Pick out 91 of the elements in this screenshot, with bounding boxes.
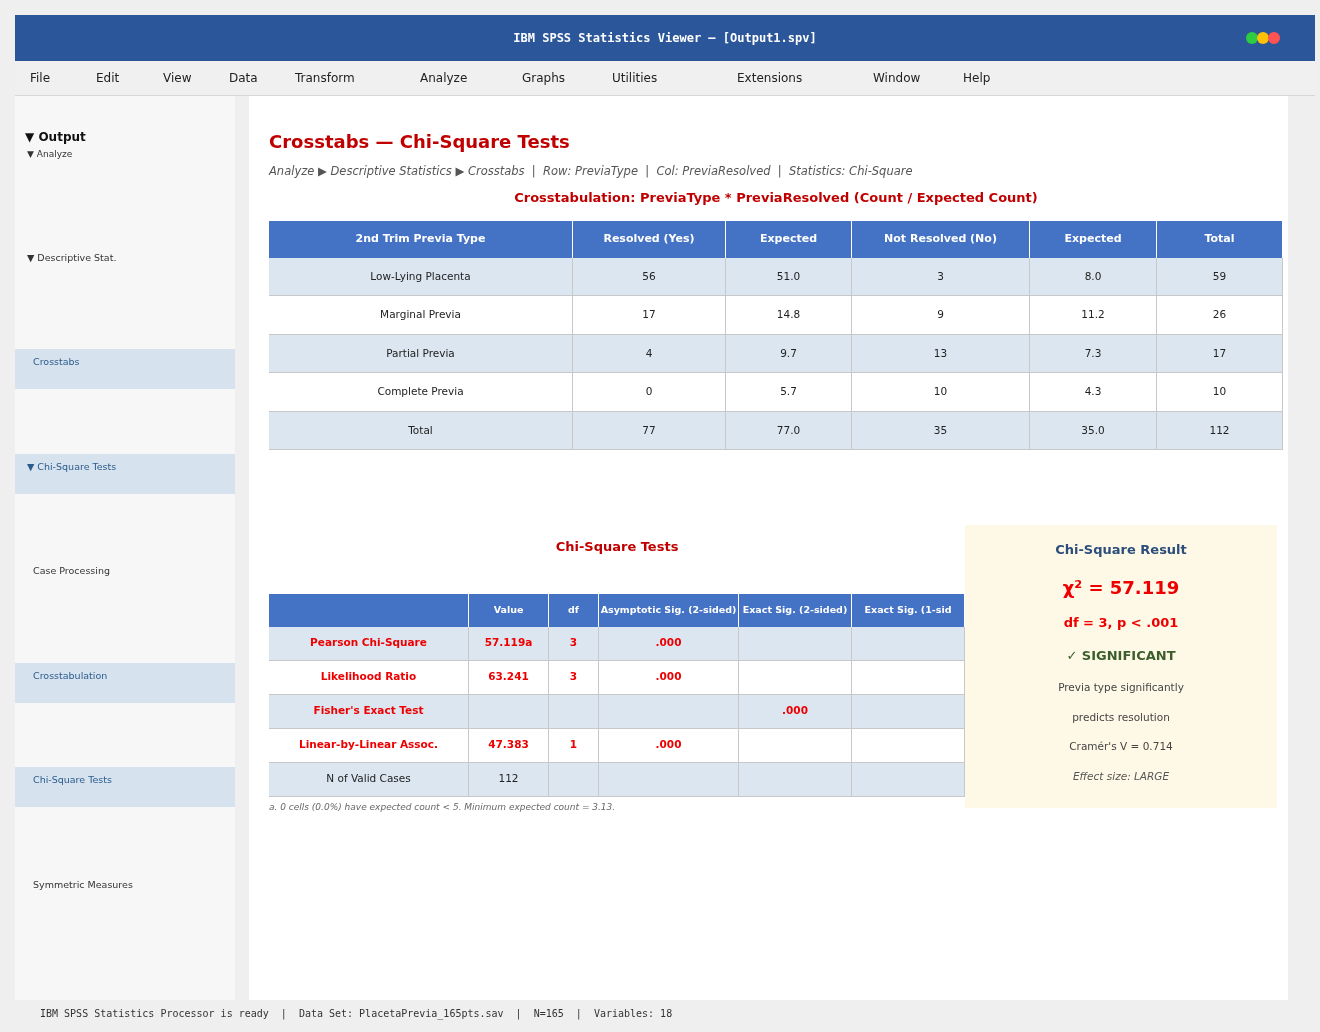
table-cell: Fisher's Exact Test (269, 694, 469, 728)
table-cell: 7.3 (1030, 334, 1157, 373)
table-cell: 63.241 (469, 660, 549, 694)
column-header: Total (1157, 220, 1283, 258)
table-cell: 14.8 (726, 296, 852, 334)
column-header: Expected (1030, 220, 1157, 258)
table-cell: 10 (1157, 373, 1283, 411)
menu-item[interactable]: Edit (96, 69, 163, 87)
column-header: Expected (726, 220, 852, 258)
table-cell: 56 (573, 257, 726, 296)
table-cell: 51.0 (726, 257, 852, 296)
table-cell: 13 (852, 334, 1030, 373)
table-cell: 77 (573, 411, 726, 450)
table-cell: 35 (852, 411, 1030, 450)
column-header: Asymptotic Sig. (2-sided) (599, 593, 739, 627)
table-cell: 17 (1157, 334, 1283, 373)
table-cell: 77.0 (726, 411, 852, 450)
table-cell: Likelihood Ratio (269, 660, 469, 694)
table-cell: 17 (573, 296, 726, 334)
table-cell: 4 (573, 334, 726, 373)
table-cell: Marginal Previa (269, 296, 573, 334)
test-detail: df = 3, p < .001 (1063, 613, 1179, 632)
table-title: Chi-Square Tests (554, 538, 680, 557)
result-text: Previa type significantly (1058, 679, 1184, 695)
outline-item[interactable]: ▼ Chi-Square Tests (15, 453, 235, 494)
menu-item[interactable]: Data (229, 69, 295, 87)
menu-item[interactable]: File (30, 69, 96, 87)
column-header: Resolved (Yes) (573, 220, 726, 258)
table-cell: 9 (852, 296, 1030, 334)
outline-item[interactable]: ▼ Output (15, 128, 235, 146)
outline-item[interactable]: Case Processing (15, 558, 235, 598)
outline-item[interactable]: ▼ Descriptive Stat. (15, 244, 235, 285)
table-cell: 57.119a (469, 626, 549, 660)
verdict: ✓ SIGNIFICANT (1066, 647, 1176, 666)
column-header: Value (469, 593, 549, 627)
table-footnote: a. 0 cells (0.0%) have expected count < 5. Minimum expected count = 3.13. (269, 800, 617, 814)
table-cell: 5.7 (726, 373, 852, 411)
table-cell: 1 (549, 728, 599, 762)
table-cell: 11.2 (1030, 296, 1157, 334)
menu-item[interactable]: Transform (295, 69, 420, 87)
table-cell: 35.0 (1030, 411, 1157, 450)
table-cell: Complete Previa (269, 373, 573, 411)
menu-item[interactable]: Graphs (522, 69, 612, 87)
menu-item[interactable]: Utilities (612, 69, 737, 87)
card-title: Chi-Square Result (1055, 541, 1187, 560)
outline-item[interactable]: Crosstabs (15, 349, 235, 389)
table-cell: Low-Lying Placenta (269, 257, 573, 296)
outline-item[interactable]: Chi-Square Tests (15, 767, 235, 807)
table-cell: 9.7 (726, 334, 852, 373)
table-title: Crosstabulation: PreviaType * PreviaResolved (Count / Expected Count) (513, 189, 1039, 208)
outline-item[interactable]: ▼ Analyze (15, 148, 235, 162)
test-statistic: χ² = 57.119 (1062, 575, 1180, 600)
table-cell: .000 (599, 728, 739, 762)
table-cell: 112 (469, 762, 549, 796)
status-text: IBM SPSS Statistics Processor is ready | Data Set: PlacetaPrevia_165pts.sav | N=165 | Variables: 18 (40, 1006, 673, 1021)
table-cell: 0 (573, 373, 726, 411)
menu-item[interactable]: Help (963, 69, 1013, 87)
outline-item[interactable]: Crosstabulation (15, 662, 235, 703)
column-header: Exact Sig. (2-sided) (739, 593, 852, 627)
table-cell: .000 (739, 694, 852, 728)
table-cell: 47.383 (469, 728, 549, 762)
output-heading: Crosstabs — Chi-Square Tests (269, 130, 571, 154)
table-cell: Linear-by-Linear Assoc. (269, 728, 469, 762)
result-text: Cramér's V = 0.714 (1069, 739, 1173, 755)
outline-item[interactable]: Symmetric Measures (15, 871, 235, 912)
table-cell: N of Valid Cases (269, 762, 469, 796)
menu-item[interactable]: Extensions (737, 69, 873, 87)
table-cell: Total (269, 411, 573, 450)
table-cell: Pearson Chi-Square (269, 626, 469, 660)
table-cell: 59 (1157, 257, 1283, 296)
table-cell: 8.0 (1030, 257, 1157, 296)
column-header: df (549, 593, 599, 627)
table-cell: 4.3 (1030, 373, 1157, 411)
table-cell: .000 (599, 626, 739, 660)
menu-item[interactable]: Window (873, 69, 963, 87)
table-cell: 112 (1157, 411, 1283, 450)
effect-size: Effect size: LARGE (1072, 769, 1170, 784)
result-text: predicts resolution (1072, 709, 1170, 725)
table-cell: 3 (549, 660, 599, 694)
window-title: IBM SPSS Statistics Viewer — [Output1.spv] (513, 30, 817, 47)
table-cell: 10 (852, 373, 1030, 411)
table-cell: 26 (1157, 296, 1283, 334)
table-cell: 3 (852, 257, 1030, 296)
table-cell: 3 (549, 626, 599, 660)
column-header: 2nd Trim Previa Type (269, 220, 573, 258)
column-header: Not Resolved (No) (852, 220, 1030, 258)
menu-item[interactable]: View (163, 69, 229, 87)
breadcrumb: Analyze ▶ Descriptive Statistics ▶ Crosstabs | Row: PreviaType | Col: PreviaResolved | Statistics: Chi-Square (269, 163, 914, 180)
table-cell: Partial Previa (269, 334, 573, 373)
table-cell: .000 (599, 660, 739, 694)
menu-item[interactable]: Analyze (420, 69, 522, 87)
